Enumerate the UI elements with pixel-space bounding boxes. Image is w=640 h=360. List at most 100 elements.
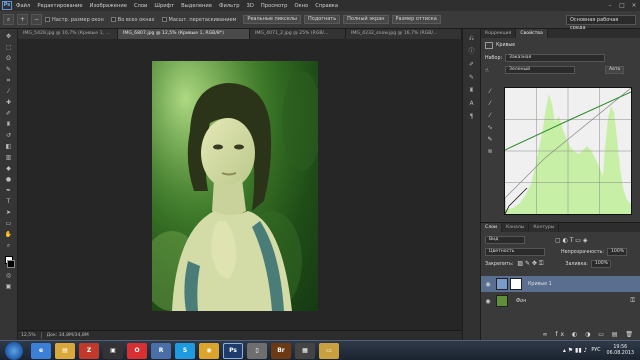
curves-graph[interactable] (504, 87, 632, 215)
quick-select-tool-icon[interactable]: ✎ (3, 66, 15, 75)
menu-layer[interactable]: Слои (134, 3, 147, 9)
folder-icon[interactable]: ▭ (319, 342, 339, 359)
move-tool-icon[interactable]: ✥ (3, 33, 15, 42)
white-point-eyedropper-icon[interactable]: ⁄ (485, 111, 495, 120)
terminal-icon[interactable]: ▣ (103, 342, 123, 359)
eraser-tool-icon[interactable]: ◧ (3, 143, 15, 152)
menu-help[interactable]: Справка (315, 3, 338, 9)
menu-3d[interactable]: 3D (247, 3, 254, 9)
hand-tool-icon[interactable]: ✋ (3, 231, 15, 240)
menu-window[interactable]: Окно (294, 3, 308, 9)
language-indicator[interactable]: РУС (591, 348, 600, 353)
zoom-level[interactable]: 12,5% (21, 333, 36, 338)
crop-tool-icon[interactable]: ⌗ (3, 77, 15, 86)
screen-mode-icon[interactable]: ▣ (3, 283, 15, 292)
actual-pixels-button[interactable]: Реальные пикселы (243, 15, 301, 24)
tray-icons[interactable]: ▴ ⚑ ▮▮ ♪ (563, 347, 588, 354)
info-icon[interactable]: ⓘ (467, 47, 477, 56)
workspace-select[interactable]: Основная рабочая среда (566, 14, 636, 31)
document-tab[interactable]: IMG_5428.jpg @ 16,7% (Кривые 1, ... (18, 29, 118, 39)
type-tool-icon[interactable]: T (3, 198, 15, 207)
lock-icons[interactable]: ▨ ✎ ✥ ⚿ (517, 260, 543, 268)
background-color-swatch[interactable] (7, 260, 15, 268)
pencil-draw-icon[interactable]: ✎ (485, 135, 495, 144)
layer-row-background[interactable]: ◉ Фон ⚿ (481, 293, 640, 309)
pen-tool-icon[interactable]: ✒ (3, 187, 15, 196)
menu-filter[interactable]: Фильтр (219, 3, 240, 9)
history-brush-tool-icon[interactable]: ↺ (3, 132, 15, 141)
visibility-eye-icon[interactable]: ◉ (484, 281, 492, 288)
curve-edit-icon[interactable]: ∿ (485, 123, 495, 132)
menu-edit[interactable]: Редактирование (37, 3, 82, 9)
photo-canvas[interactable] (152, 61, 318, 311)
target-adjust-icon[interactable]: ☝ (485, 67, 493, 74)
clock[interactable]: 19:56 06.08.2013 (607, 345, 634, 357)
app-r-icon[interactable]: R (151, 342, 171, 359)
marquee-tool-icon[interactable]: ⬚ (3, 44, 15, 53)
print-size-button[interactable]: Размер оттиска (391, 15, 441, 24)
tab-channels[interactable]: Каналы (502, 223, 530, 232)
menu-file[interactable]: Файл (16, 3, 30, 9)
document-tab[interactable]: IMG_4232_snow.jpg @ 16,7% (RGB/... (346, 29, 462, 39)
smooth-icon[interactable]: ≋ (485, 147, 495, 156)
fill-input[interactable]: 100% (590, 260, 611, 268)
resize-windows-check[interactable]: Настр. размер окон (45, 17, 104, 23)
mask-thumbnail[interactable] (510, 278, 522, 290)
menu-type[interactable]: Шрифт (154, 3, 174, 9)
opacity-input[interactable]: 100% (607, 248, 627, 256)
clone-source-icon[interactable]: ♜ (467, 86, 477, 95)
menu-image[interactable]: Изображение (90, 3, 127, 9)
zoom-tool-icon[interactable]: ⌕ (3, 242, 15, 251)
dodge-tool-icon[interactable]: ● (3, 176, 15, 185)
tab-paths[interactable]: Контуры (529, 223, 560, 232)
file-icon[interactable]: ▯ (247, 342, 267, 359)
maximize-icon[interactable]: □ (616, 2, 628, 9)
zoom-tool-icon[interactable]: ⌕ (3, 14, 14, 25)
tab-adjustments[interactable]: Коррекция (481, 29, 517, 38)
auto-button[interactable]: Авто (605, 66, 625, 74)
stamp-tool-icon[interactable]: ♜ (3, 121, 15, 130)
photoshop-icon[interactable]: Ps (223, 342, 243, 359)
film-icon[interactable]: ▦ (295, 342, 315, 359)
document-tab[interactable]: IMG_4071_2.jpg @ 25% (RGB/... (250, 29, 346, 39)
start-button[interactable] (5, 341, 23, 360)
fit-screen-button[interactable]: Подогнать (304, 15, 341, 24)
blur-tool-icon[interactable]: ◆ (3, 165, 15, 174)
scrubby-zoom-check[interactable]: Масшт. перетаскиванием (161, 17, 236, 23)
lasso-tool-icon[interactable]: ʘ (3, 55, 15, 64)
healing-tool-icon[interactable]: ✚ (3, 99, 15, 108)
zoom-in-icon[interactable]: + (17, 14, 28, 25)
eyedropper-tool-icon[interactable]: ⁄ (3, 88, 15, 97)
shape-tool-icon[interactable]: ▭ (3, 220, 15, 229)
minimize-icon[interactable]: – (604, 2, 616, 9)
gray-point-eyedropper-icon[interactable]: ⁄ (485, 99, 495, 108)
quick-mask-icon[interactable]: ◎ (3, 272, 15, 281)
blend-mode-select[interactable]: Цветность (485, 248, 545, 256)
brush-tool-icon[interactable]: ✐ (3, 110, 15, 119)
filezilla-icon[interactable]: Z (79, 342, 99, 359)
character-icon[interactable]: A (467, 99, 477, 108)
layer-row-curves[interactable]: ◉ Кривые 1 (481, 276, 640, 292)
brush-presets-icon[interactable]: ✎ (467, 73, 477, 82)
opera-icon[interactable]: O (127, 342, 147, 359)
gradient-tool-icon[interactable]: ▥ (3, 154, 15, 163)
layers-footer-icons[interactable]: ∞ fx ◐ ◑ ▭ ▤ 🗑 (538, 329, 636, 339)
tab-layers[interactable]: Слои (481, 223, 502, 232)
explorer-icon[interactable]: ▤ (55, 342, 75, 359)
skype-icon[interactable]: S (175, 342, 195, 359)
all-windows-check[interactable]: Во всех окнах (110, 17, 155, 23)
history-icon[interactable]: ⎌ (467, 34, 477, 43)
path-select-tool-icon[interactable]: ➤ (3, 209, 15, 218)
chrome-icon[interactable]: ◉ (199, 342, 219, 359)
filter-icons[interactable]: ▢ ◐ T ▭ ◈ (555, 237, 587, 244)
tab-properties[interactable]: Свойства (516, 29, 548, 38)
menu-view[interactable]: Просмотр (261, 3, 288, 9)
fill-screen-button[interactable]: Полный экран (343, 15, 389, 24)
visibility-eye-icon[interactable]: ◉ (484, 298, 492, 305)
zoom-out-icon[interactable]: − (31, 14, 42, 25)
layer-filter-select[interactable]: Вид (485, 236, 525, 244)
close-icon[interactable]: × (628, 2, 640, 9)
ie-icon[interactable]: e (31, 342, 51, 359)
paragraph-icon[interactable]: ¶ (467, 112, 477, 121)
document-tab-active[interactable]: IMG_6807.jpg @ 12,5% (Кривые 1, RGB/8*) (118, 29, 250, 39)
